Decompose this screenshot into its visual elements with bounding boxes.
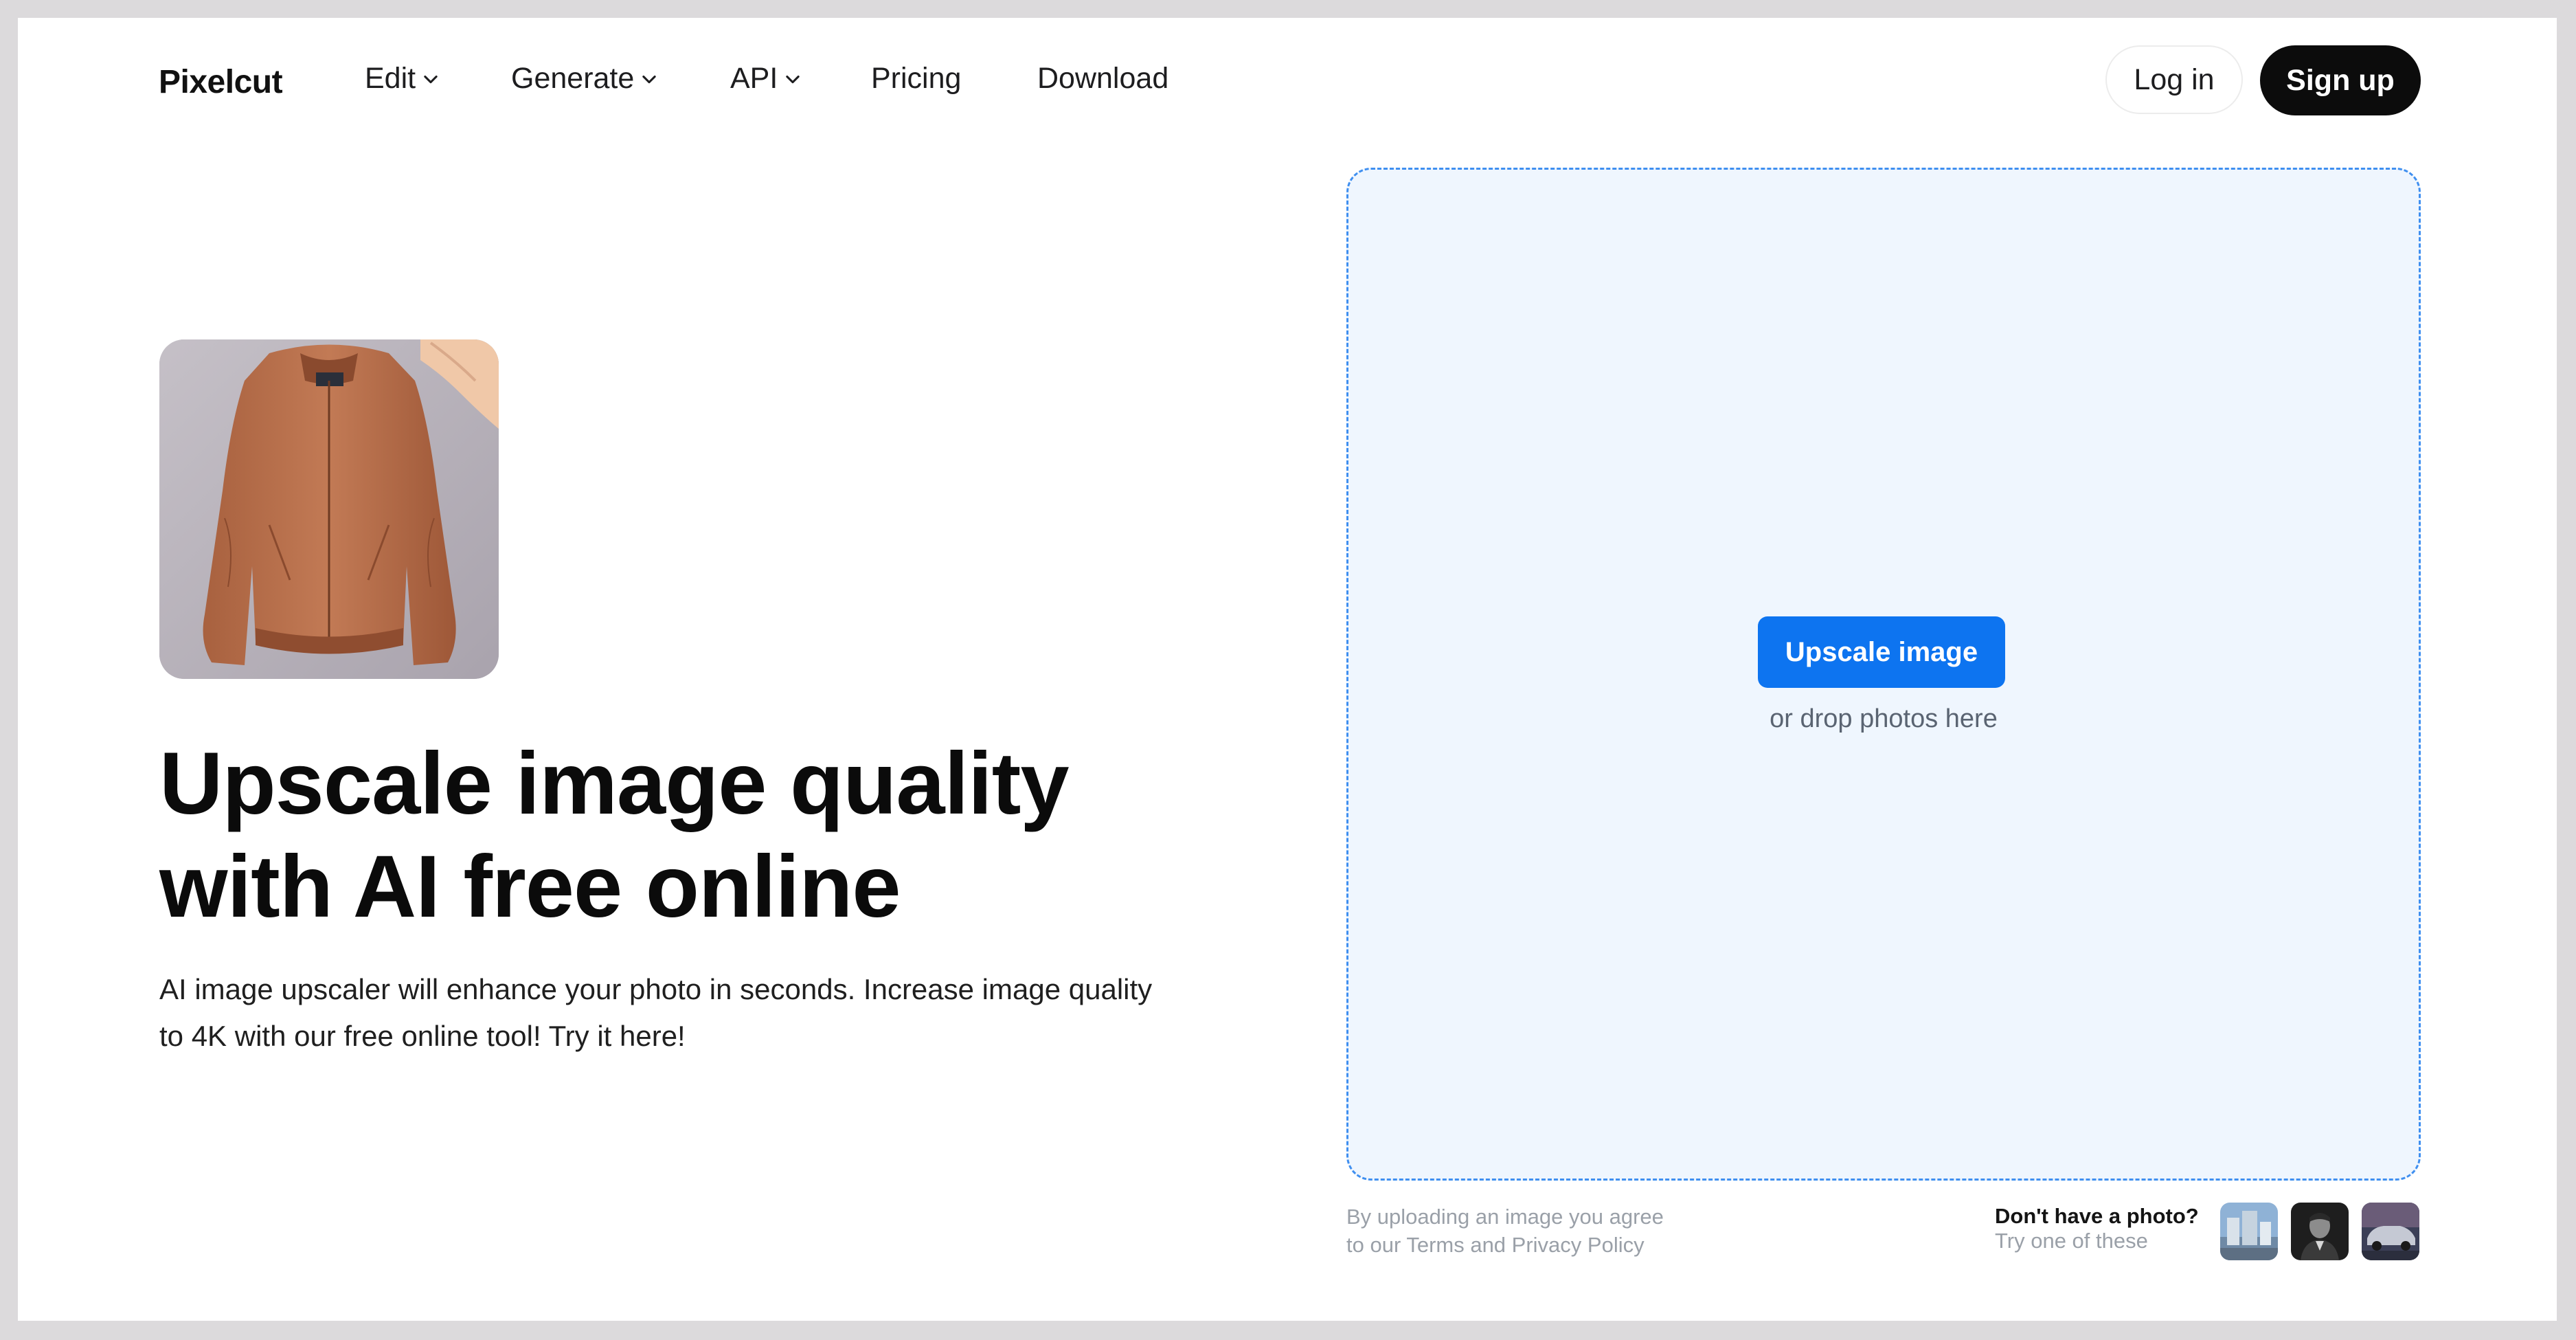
sample-city-image	[2220, 1203, 2278, 1260]
nav-api-label: API	[730, 62, 778, 95]
nav-download-label: Download	[1037, 62, 1169, 95]
sample-car-image	[2362, 1203, 2419, 1260]
hero-title-line2: with AI free online	[159, 838, 901, 936]
nav-generate[interactable]: Generate	[511, 62, 659, 96]
sample-portrait-image	[2291, 1203, 2349, 1260]
chevron-down-icon	[642, 75, 656, 83]
logo[interactable]: Pixelcut	[159, 63, 283, 101]
sample-thumb-portrait[interactable]	[2291, 1203, 2349, 1260]
hero-jacket-image	[159, 339, 499, 679]
hero-title-line1: Upscale image quality	[159, 735, 1069, 833]
sample-title: Don't have a photo?	[1995, 1204, 2199, 1228]
page: Pixelcut Edit Generate API Pricing Downl…	[18, 18, 2557, 1321]
signup-button[interactable]: Sign up	[2260, 45, 2421, 115]
login-button[interactable]: Log in	[2105, 45, 2243, 114]
nav-edit-label: Edit	[365, 62, 416, 95]
chevron-down-icon	[424, 75, 438, 83]
nav-generate-label: Generate	[511, 62, 635, 95]
top-nav: Pixelcut Edit Generate API Pricing Downl…	[18, 18, 2557, 142]
hero-subtitle: AI image upscaler will enhance your phot…	[159, 973, 1153, 1052]
jacket-illustration	[159, 339, 499, 679]
nav-pricing-label: Pricing	[871, 62, 962, 95]
sample-photos-prompt: Don't have a photo? Try one of these	[1995, 1204, 2215, 1253]
terms-line2: to our Terms and Privacy Policy	[1346, 1233, 1645, 1257]
sample-thumb-city[interactable]	[2220, 1203, 2278, 1260]
nav-edit[interactable]: Edit	[365, 62, 440, 96]
nav-download[interactable]: Download	[1037, 62, 1168, 96]
drop-hint: or drop photos here	[1770, 704, 1998, 733]
sample-subtitle: Try one of these	[1995, 1229, 2148, 1253]
chevron-down-icon	[786, 75, 800, 83]
terms-line1: By uploading an image you agree	[1346, 1205, 1664, 1229]
upload-dropzone[interactable]: Upscale image or drop photos here	[1346, 168, 2421, 1181]
hero-title: Upscale image quality with AI free onlin…	[159, 733, 1258, 939]
nav-pricing[interactable]: Pricing	[871, 62, 961, 96]
terms-notice: By uploading an image you agree to our T…	[1346, 1203, 1731, 1259]
sample-thumb-car[interactable]	[2362, 1203, 2419, 1260]
nav-api[interactable]: API	[730, 62, 802, 96]
upscale-image-button[interactable]: Upscale image	[1758, 616, 2005, 688]
